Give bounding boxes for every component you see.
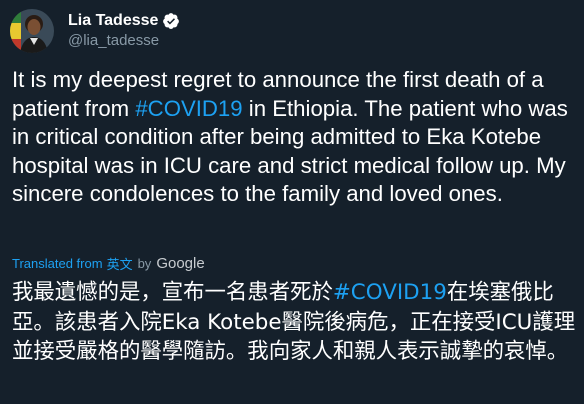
name-row: Lia Tadesse — [68, 11, 180, 31]
tweet-header: Lia Tadesse @lia_tadesse — [10, 8, 180, 54]
verified-badge-icon — [162, 12, 180, 30]
translated-hashtag-link[interactable]: #COVID19 — [333, 280, 447, 305]
google-logo: Google — [156, 254, 205, 272]
translated-text: 我最遺憾的是，宣布一名患者死於#COVID19在埃塞俄比亞。該患者入院Eka K… — [12, 278, 582, 367]
by-label: by — [137, 255, 152, 271]
display-name[interactable]: Lia Tadesse — [68, 11, 158, 31]
avatar[interactable] — [10, 9, 54, 53]
source-language[interactable]: 英文 — [107, 254, 133, 273]
tweet-text: It is my deepest regret to announce the … — [12, 66, 578, 209]
translation-attribution: Translated from 英文 by Google — [12, 254, 205, 272]
profile-photo-icon — [10, 9, 54, 53]
translated-from-link[interactable]: Translated from — [12, 256, 103, 271]
hashtag-link[interactable]: #COVID19 — [135, 96, 242, 121]
handle[interactable]: @lia_tadesse — [68, 31, 180, 51]
tweet-card: Lia Tadesse @lia_tadesse It is my deepes… — [0, 0, 584, 404]
author-names: Lia Tadesse @lia_tadesse — [68, 11, 180, 51]
translated-text-part: 我最遺憾的是，宣布一名患者死於 — [12, 280, 333, 305]
